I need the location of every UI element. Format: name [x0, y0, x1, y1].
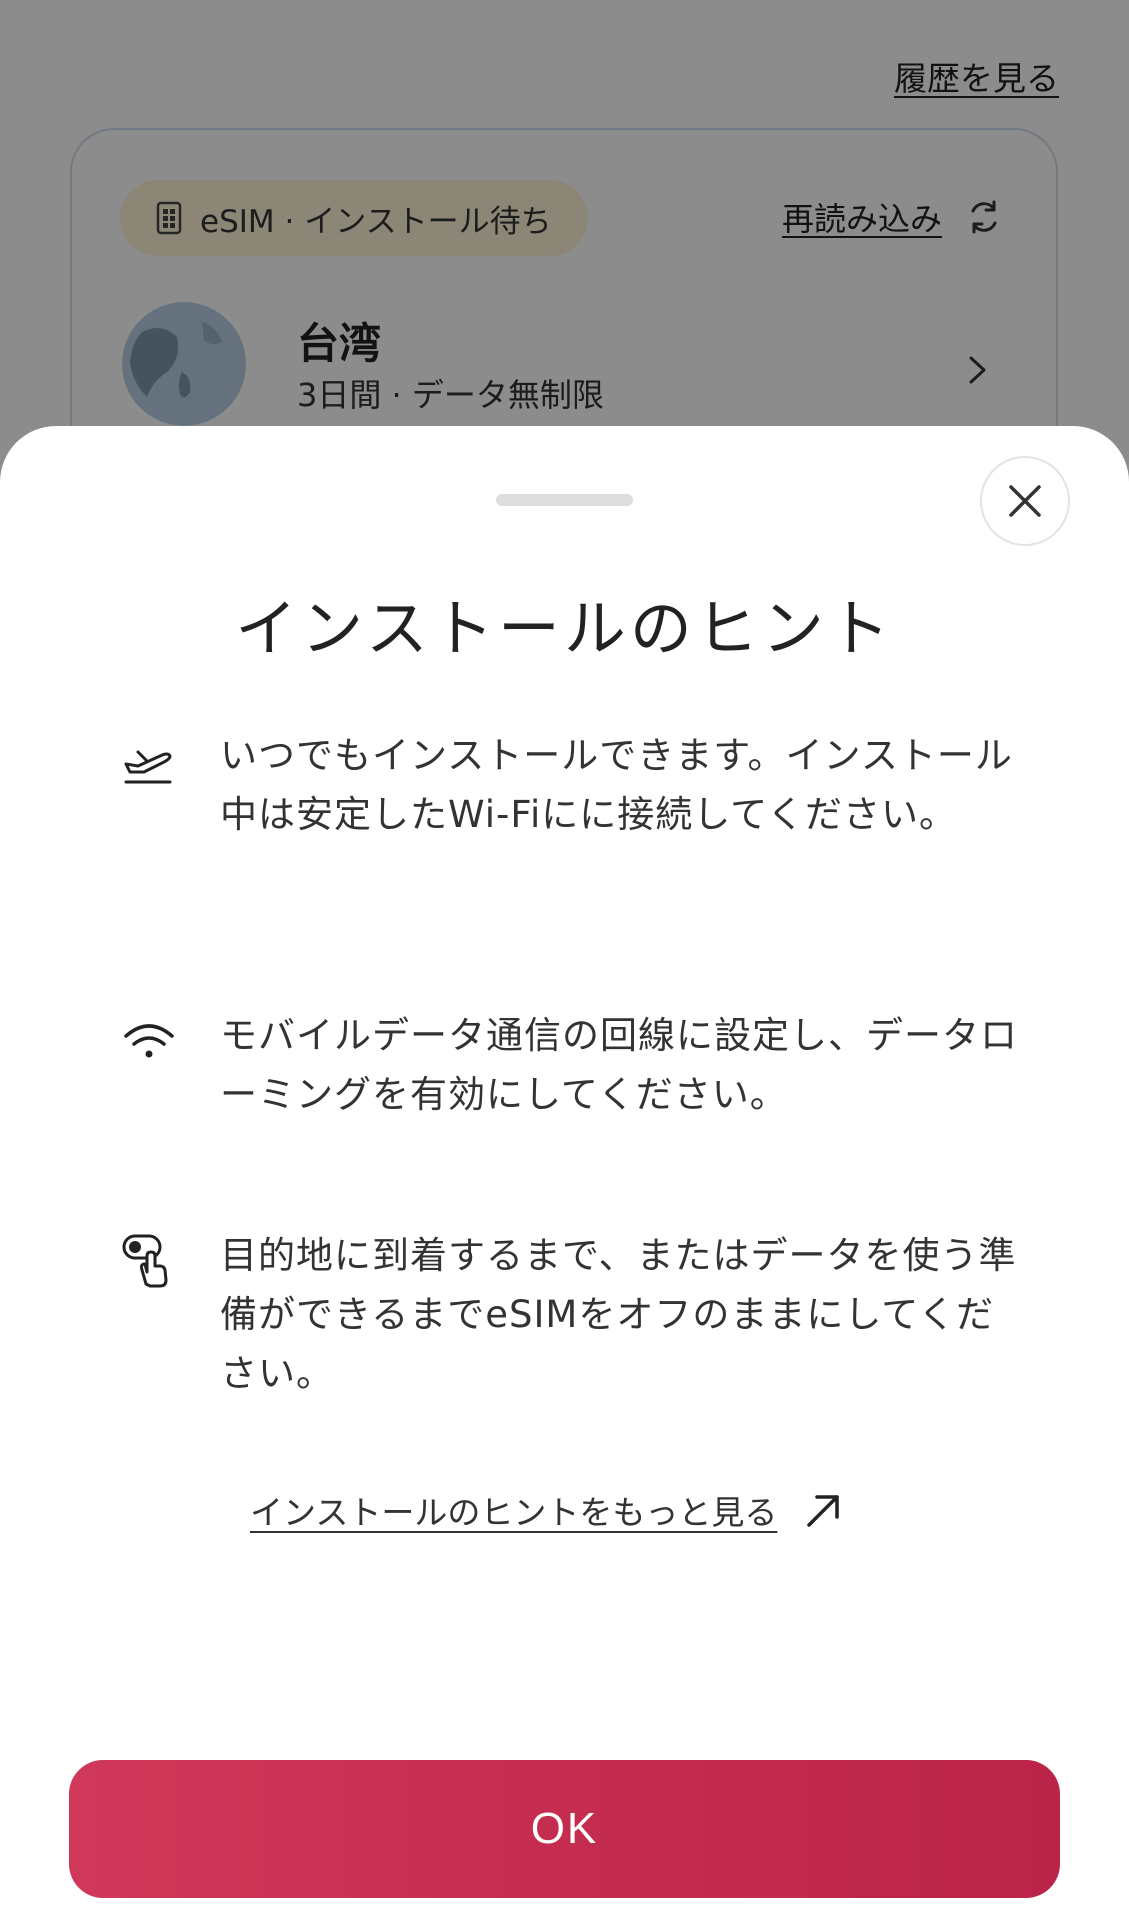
- ok-button[interactable]: OK: [69, 1760, 1060, 1898]
- toggle-tap-icon: [122, 1234, 168, 1288]
- close-button[interactable]: [980, 456, 1070, 546]
- airplane-takeoff-icon: [124, 750, 172, 784]
- tip-text: 目的地に到着するまで、またはデータを使う準備ができるまでeSIMをオフのままにし…: [220, 1234, 1017, 1395]
- more-tips-label[interactable]: インストールのヒントをもっと見る: [250, 1486, 777, 1534]
- tip-item: モバイルデータ通信の回線に設定し、データローミングを有効にしてください。: [120, 1006, 1020, 1124]
- more-tips-link[interactable]: インストールのヒントをもっと見る: [250, 1486, 845, 1534]
- external-arrow-icon[interactable]: [803, 1489, 845, 1531]
- drag-handle[interactable]: [496, 494, 633, 506]
- install-tips-sheet: インストールのヒント いつでもインストールできます。インストール中は安定したWi…: [0, 426, 1129, 1920]
- close-icon: [1009, 485, 1041, 517]
- tip-text: いつでもインストールできます。インストール中は安定したWi-Fiにに接続してくだ…: [220, 734, 1013, 836]
- tip-text: モバイルデータ通信の回線に設定し、データローミングを有効にしてください。: [220, 1014, 1018, 1116]
- wifi-icon: [124, 1024, 174, 1058]
- sheet-title: インストールのヒント: [235, 592, 894, 665]
- tip-item: 目的地に到着するまで、またはデータを使う準備ができるまでeSIMをオフのままにし…: [120, 1226, 1020, 1403]
- tip-item: いつでもインストールできます。インストール中は安定したWi-Fiにに接続してくだ…: [120, 726, 1020, 844]
